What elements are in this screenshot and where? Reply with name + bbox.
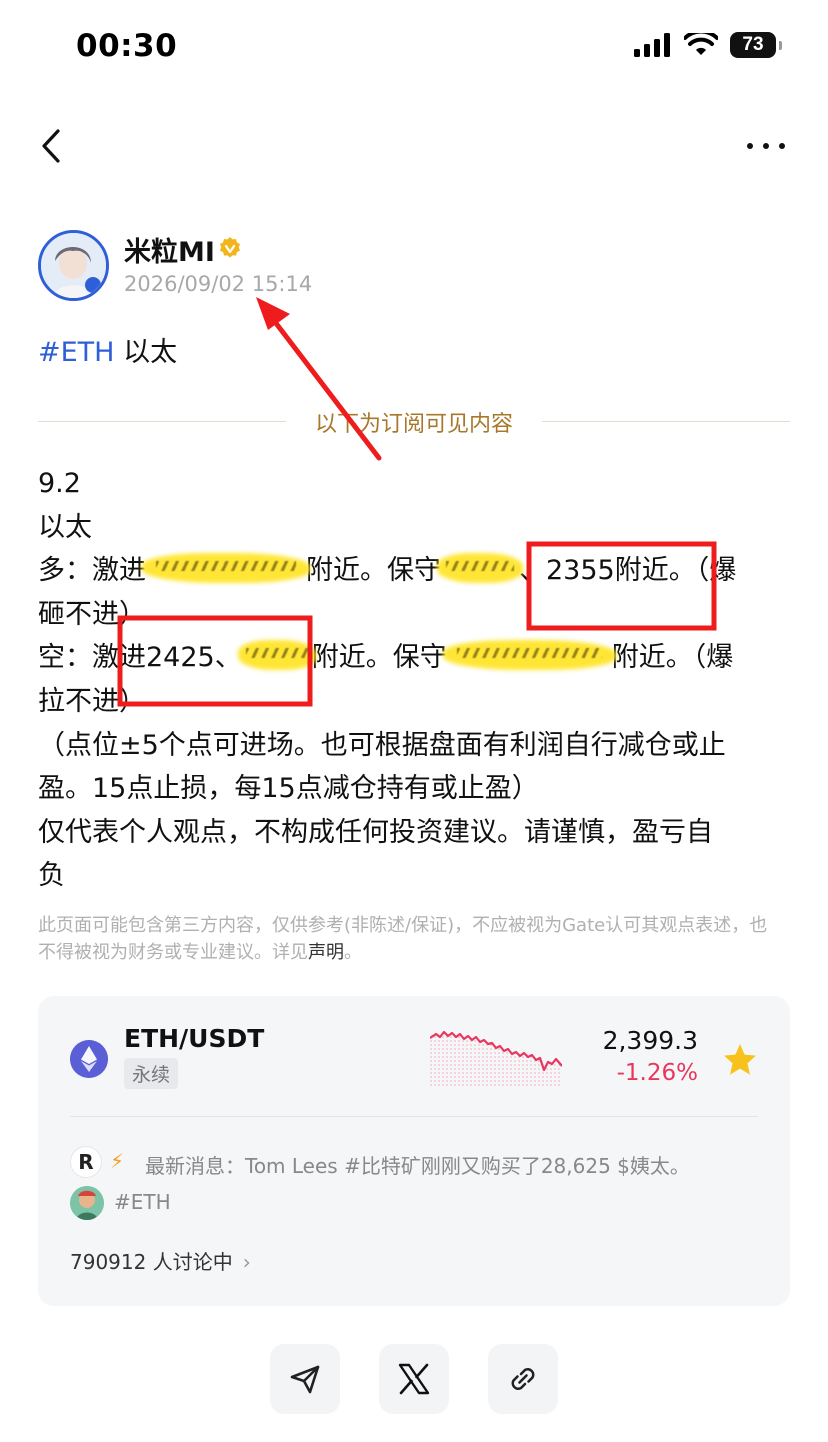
disclaimer-link[interactable]: 声明: [308, 942, 344, 963]
tag-suffix: 以太: [114, 337, 178, 368]
price-sparkline: [430, 1030, 562, 1086]
cellular-signal-icon: [634, 33, 670, 57]
hashtag-link[interactable]: #ETH: [38, 337, 114, 368]
status-time: 00:30: [76, 28, 178, 64]
copy-link-button[interactable]: [488, 1344, 558, 1414]
news-text: 最新消息：Tom Lees #比特矿刚刚又购买了28,625 $姨太。: [145, 1154, 690, 1178]
disclaimer-end: 。: [344, 942, 362, 963]
body-line: 空：激进2425、 附近。保守 附近。（爆: [38, 636, 778, 680]
more-dots-icon: [747, 143, 785, 149]
body-line: 负: [38, 860, 65, 892]
card-divider: [70, 1116, 758, 1117]
body-line: 以太: [38, 511, 92, 543]
body-line: 盈。15点止损，每15点减仓持有或止盈）: [38, 773, 539, 805]
disclaimer: 此页面可能包含第三方内容，仅供参考(非陈述/保证)，不应被视为Gate认可其观点…: [38, 912, 783, 966]
battery-level: 73: [742, 34, 764, 55]
x-icon: [398, 1363, 430, 1395]
send-icon: [290, 1365, 320, 1394]
star-icon[interactable]: [722, 1042, 758, 1078]
redaction-scribble: [441, 553, 519, 583]
divider-line-right: [542, 421, 790, 422]
post-time: 2026/09/02 15:14: [124, 272, 313, 296]
price-change: -1.26%: [616, 1060, 698, 1086]
topic-avatar: [70, 1186, 104, 1220]
body-segment: 附近。（爆: [611, 642, 734, 674]
author-name[interactable]: 米粒MI: [124, 230, 215, 269]
eth-coin-icon: [70, 1040, 108, 1078]
redaction-scribble: [447, 640, 612, 670]
more-button[interactable]: [736, 126, 792, 166]
status-bar: 00:30 73: [0, 0, 828, 96]
lightning-icon: ⚡: [110, 1149, 125, 1173]
news-source-logo: R: [70, 1146, 102, 1178]
wifi-icon: [684, 33, 718, 55]
discussion-count-text: 790912 人讨论中: [70, 1250, 233, 1274]
body-segment: 附近。保守: [311, 642, 447, 674]
body-line: 多：激进 附近。保守 、2355附近。（爆: [38, 549, 778, 593]
subscriber-divider: 以下为订阅可见内容: [38, 404, 790, 440]
post-body: 9.2 以太 多：激进 附近。保守 、2355附近。（爆 砸不进） 空：激进2425…: [38, 462, 778, 898]
chevron-right-icon: ›: [242, 1250, 251, 1274]
redaction-scribble: [242, 640, 312, 670]
post-tag-line: #ETH 以太: [38, 330, 177, 369]
body-line: 拉不进）: [38, 685, 146, 717]
link-icon: [511, 1368, 535, 1390]
body-line: 仅代表个人观点，不构成任何投资建议。请谨慎，盈亏自: [38, 816, 713, 848]
last-price: 2,399.3: [602, 1026, 698, 1055]
back-button[interactable]: [30, 124, 74, 168]
body-line: 9.2: [38, 468, 81, 499]
share-x-button[interactable]: [379, 1344, 449, 1414]
body-segment: 附近。保守: [306, 555, 441, 587]
share-row: [270, 1344, 560, 1414]
redaction-scribble: [146, 553, 306, 583]
body-segment: 多：激进: [38, 555, 146, 587]
share-telegram-button[interactable]: [270, 1344, 340, 1414]
news-row[interactable]: R ⚡ 最新消息：Tom Lees #比特矿刚刚又购买了28,625 $姨太。: [70, 1146, 770, 1180]
verified-badge-icon: [220, 237, 240, 258]
pair-name: ETH/USDT: [124, 1024, 265, 1053]
battery-icon: 73: [730, 32, 782, 58]
avatar[interactable]: [38, 230, 109, 301]
body-line: （点位±5个点可进场。也可根据盘面有利润自行减仓或止: [38, 729, 726, 761]
divider-text: 以下为订阅可见内容: [314, 412, 513, 437]
chevron-left-icon: [42, 129, 60, 163]
body-segment: 空：激进2425、: [38, 642, 242, 674]
contract-type-badge: 永续: [124, 1058, 179, 1089]
body-segment: 、2355附近。（爆: [519, 555, 737, 587]
disclaimer-text: 此页面可能包含第三方内容，仅供参考(非陈述/保证)，不应被视为Gate认可其观点…: [38, 915, 768, 963]
nav-bar: [0, 110, 828, 182]
avatar-image: [41, 233, 106, 298]
body-line: 砸不进）: [38, 598, 146, 630]
discussion-count[interactable]: 790912 人讨论中 ›: [70, 1246, 251, 1275]
status-icons: 73: [634, 32, 782, 58]
market-card[interactable]: ETH/USDT 永续 2,399.3 -1.26% R ⚡ 最新消息：Tom …: [38, 996, 790, 1306]
author-header: 米粒MI 2026/09/02 15:14: [38, 230, 738, 302]
topic-tag: #ETH: [114, 1190, 171, 1214]
